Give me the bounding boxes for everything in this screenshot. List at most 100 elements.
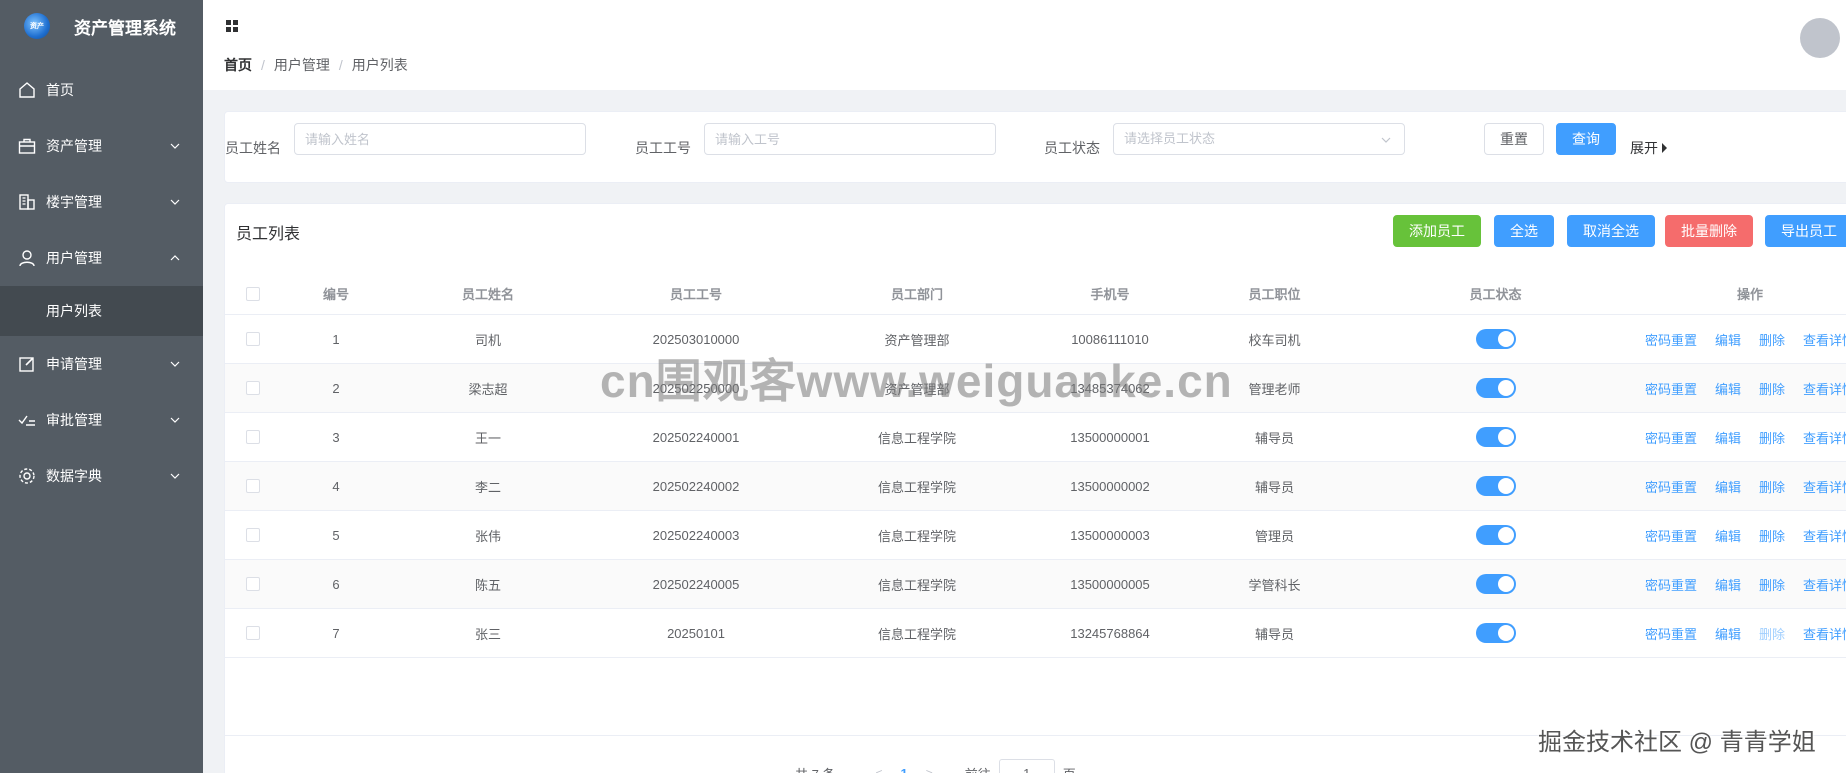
edit-link[interactable]: 编辑 (1715, 624, 1741, 643)
cell-number: 4 (332, 478, 340, 494)
sidebar-subitem-user-list[interactable]: 用户列表 (0, 286, 203, 336)
row-actions: 密码重置编辑删除查看详情 (1645, 330, 1846, 349)
row-actions: 密码重置编辑删除查看详情 (1645, 428, 1846, 447)
expand-label: 展开 (1630, 140, 1658, 156)
sidebar-subitem-label: 用户列表 (46, 303, 102, 319)
reset-password-link[interactable]: 密码重置 (1645, 379, 1697, 398)
cell-phone: 13500000003 (1070, 527, 1150, 543)
toggle-knob (1497, 527, 1514, 543)
row-checkbox[interactable] (246, 528, 260, 542)
delete-link[interactable]: 删除 (1759, 379, 1785, 398)
sidebar-item-home[interactable]: 首页 (0, 62, 203, 118)
cell-department: 信息工程学院 (877, 577, 956, 593)
row-checkbox[interactable] (246, 626, 260, 640)
sidebar-item-assets[interactable]: 资产管理 (0, 118, 203, 174)
edit-link[interactable]: 编辑 (1715, 575, 1741, 594)
column-header: 手机号 (1090, 287, 1130, 302)
prev-page-button[interactable]: < (875, 766, 882, 773)
deselect-all-button[interactable]: 取消全选 (1567, 215, 1655, 247)
sidebar-item-approvals[interactable]: 审批管理 (0, 392, 203, 448)
row-checkbox[interactable] (246, 479, 260, 493)
status-toggle[interactable] (1475, 574, 1516, 594)
expand-button[interactable]: 展开 (1630, 138, 1667, 158)
select-all-checkbox[interactable] (246, 286, 260, 301)
query-button[interactable]: 查询 (1556, 123, 1616, 155)
cell-name: 陈五 (474, 577, 501, 593)
sidebar-item-label: 审批管理 (46, 412, 102, 428)
status-toggle[interactable] (1475, 476, 1516, 496)
goto-page-value: 1 (1023, 765, 1031, 773)
row-checkbox[interactable] (246, 577, 260, 591)
breadcrumb-user-list: 用户列表 (351, 57, 408, 73)
sidebar-item-applications[interactable]: 申请管理 (0, 336, 203, 392)
delete-link[interactable]: 删除 (1759, 477, 1785, 496)
cell-position: 管理员 (1254, 528, 1294, 544)
edit-link[interactable]: 编辑 (1715, 428, 1741, 447)
view-detail-link[interactable]: 查看详情 (1803, 330, 1846, 349)
status-select[interactable]: 请选择员工状态 (1113, 123, 1405, 155)
edit-link[interactable]: 编辑 (1715, 526, 1741, 545)
select-all-button[interactable]: 全选 (1494, 215, 1554, 247)
edit-link[interactable]: 编辑 (1715, 379, 1741, 398)
row-checkbox-cell (225, 560, 281, 608)
cell-number: 3 (332, 429, 340, 445)
reset-password-link[interactable]: 密码重置 (1645, 526, 1697, 545)
reset-password-link[interactable]: 密码重置 (1645, 428, 1697, 447)
reset-button[interactable]: 重置 (1484, 123, 1544, 155)
row-actions: 密码重置编辑删除查看详情 (1645, 526, 1846, 545)
page-number[interactable]: 1 (900, 766, 907, 773)
status-toggle[interactable] (1475, 525, 1516, 545)
view-detail-link[interactable]: 查看详情 (1803, 575, 1846, 594)
reset-password-link[interactable]: 密码重置 (1645, 624, 1697, 643)
employee-id-input[interactable] (704, 123, 996, 155)
breadcrumb-home[interactable]: 首页 (224, 55, 252, 75)
edit-link[interactable]: 编辑 (1715, 477, 1741, 496)
view-detail-link[interactable]: 查看详情 (1803, 477, 1846, 496)
next-page-button[interactable]: > (926, 766, 933, 773)
reset-password-link[interactable]: 密码重置 (1645, 477, 1697, 496)
status-toggle[interactable] (1475, 378, 1516, 398)
sidebar-item-label: 申请管理 (46, 356, 102, 372)
cell-actions: 密码重置编辑删除查看详情 (1635, 560, 1846, 608)
column-header: 员工工号 (669, 287, 722, 302)
cell-phone: 13500000001 (1070, 429, 1150, 445)
cell-status (1356, 609, 1635, 657)
status-toggle[interactable] (1475, 427, 1516, 447)
view-detail-link[interactable]: 查看详情 (1803, 379, 1846, 398)
cell-phone: 13245768864 (1070, 625, 1150, 641)
pagination: 共 7 条 < 1 > 前往 1 页 (795, 759, 1076, 773)
reset-password-link[interactable]: 密码重置 (1645, 330, 1697, 349)
avatar[interactable] (1800, 18, 1840, 58)
delete-link[interactable]: 删除 (1759, 624, 1785, 643)
batch-delete-button[interactable]: 批量删除 (1665, 215, 1753, 247)
view-detail-link[interactable]: 查看详情 (1803, 624, 1846, 643)
chevron-down-icon (170, 199, 180, 205)
name-input[interactable] (294, 123, 586, 155)
status-toggle[interactable] (1475, 329, 1516, 349)
row-checkbox[interactable] (246, 381, 260, 395)
cell-status (1356, 511, 1635, 559)
reset-password-link[interactable]: 密码重置 (1645, 575, 1697, 594)
delete-link[interactable]: 删除 (1759, 330, 1785, 349)
row-checkbox[interactable] (246, 332, 260, 346)
delete-link[interactable]: 删除 (1759, 575, 1785, 594)
menu-toggle-icon[interactable] (226, 20, 238, 32)
view-detail-link[interactable]: 查看详情 (1803, 428, 1846, 447)
sidebar-item-buildings[interactable]: 楼宇管理 (0, 174, 203, 230)
sidebar-item-dictionary[interactable]: 数据字典 (0, 448, 203, 504)
edit-link[interactable]: 编辑 (1715, 330, 1741, 349)
breadcrumb-separator: / (338, 57, 343, 73)
toggle-knob (1497, 331, 1514, 347)
row-checkbox[interactable] (246, 430, 260, 444)
row-checkbox-cell (225, 511, 281, 559)
sidebar-item-users[interactable]: 用户管理 (0, 230, 203, 286)
view-detail-link[interactable]: 查看详情 (1803, 526, 1846, 545)
app-logo: 资产 (24, 13, 50, 39)
status-toggle[interactable] (1475, 623, 1516, 643)
delete-link[interactable]: 删除 (1759, 428, 1785, 447)
add-employee-button[interactable]: 添加员工 (1393, 215, 1481, 247)
delete-link[interactable]: 删除 (1759, 526, 1785, 545)
goto-page-input[interactable]: 1 (998, 759, 1055, 773)
export-employee-button[interactable]: 导出员工 (1765, 215, 1846, 247)
cell-status (1356, 462, 1635, 510)
